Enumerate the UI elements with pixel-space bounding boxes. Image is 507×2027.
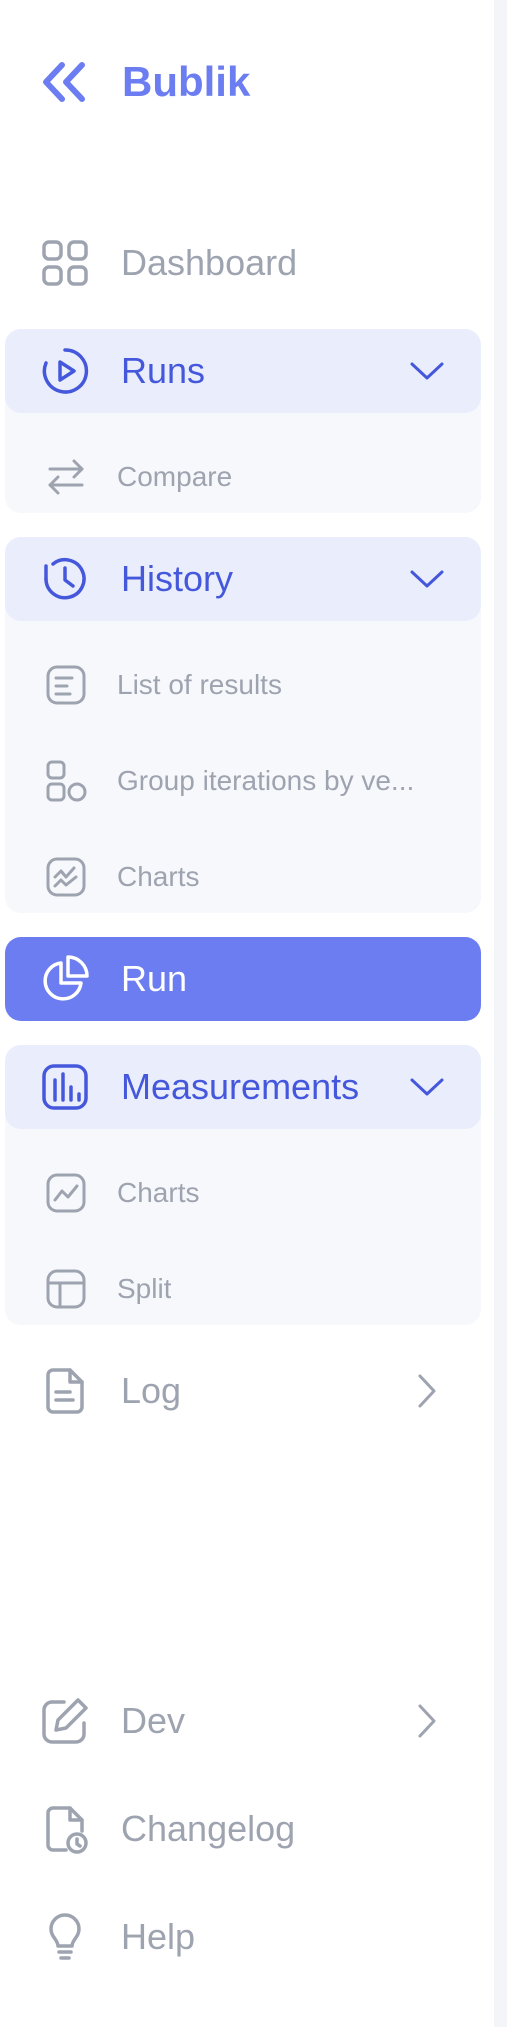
nav-item-changelog[interactable]: Changelog [5, 1787, 481, 1871]
sub-label-list-of-results: List of results [117, 669, 282, 700]
nav-item-measurements[interactable]: Measurements [5, 1045, 481, 1129]
nav-label-run: Run [121, 958, 188, 999]
nav-label-help: Help [121, 1916, 196, 1957]
nav-label-dev: Dev [121, 1700, 186, 1741]
bar-chart-icon [40, 1062, 90, 1112]
play-circle-icon [40, 346, 90, 396]
clock-icon [40, 554, 90, 604]
double-chevron-left-icon[interactable] [40, 57, 90, 107]
sub-item-split[interactable]: Split [5, 1249, 481, 1329]
sub-item-compare[interactable]: Compare [5, 437, 481, 517]
document-lines-icon [44, 663, 88, 707]
sub-item-history-charts[interactable]: Charts [5, 837, 481, 917]
nav-item-help[interactable]: Help [5, 1895, 481, 1979]
grouped-shapes-icon [44, 759, 88, 803]
chevron-down-icon[interactable] [409, 353, 445, 389]
content-edge [494, 0, 507, 2027]
nav-label-changelog: Changelog [121, 1808, 296, 1849]
layout-split-icon [44, 1267, 88, 1311]
nav-label-measurements: Measurements [121, 1066, 360, 1107]
sub-item-measurements-charts[interactable]: Charts [5, 1153, 481, 1233]
sub-item-group-iterations[interactable]: Group iterations by ve... [5, 741, 481, 821]
brand-name: Bublik [122, 58, 251, 105]
nav-item-dashboard[interactable]: Dashboard [5, 221, 481, 305]
nav-label-runs: Runs [121, 350, 206, 391]
pie-chart-icon [40, 954, 90, 1004]
grid-icon [40, 238, 90, 288]
edit-icon [40, 1696, 90, 1746]
nav-item-log[interactable]: Log [5, 1349, 481, 1433]
nav-label-dashboard: Dashboard [121, 242, 298, 283]
sub-label-split: Split [117, 1273, 172, 1304]
chevron-down-icon[interactable] [409, 1069, 445, 1105]
sub-label-group-iterations: Group iterations by ve... [117, 765, 415, 796]
sidebar: Bublik Dashboard Runs Compare History Li… [0, 0, 494, 2027]
sub-item-list-of-results[interactable]: List of results [5, 645, 481, 725]
nav-item-run[interactable]: Run [5, 937, 481, 1021]
file-text-icon [40, 1366, 90, 1416]
nav-item-runs[interactable]: Runs [5, 329, 481, 413]
nav-label-log: Log [121, 1370, 182, 1411]
chart-zigzag-icon [44, 855, 88, 899]
nav-item-history[interactable]: History [5, 537, 481, 621]
nav-item-dev[interactable]: Dev [5, 1679, 481, 1763]
lightbulb-icon [40, 1912, 90, 1962]
sub-label-history-charts: Charts [117, 861, 200, 892]
sub-label-compare: Compare [117, 461, 233, 492]
chevron-down-icon[interactable] [409, 561, 445, 597]
nav-label-history: History [121, 558, 234, 599]
arrows-swap-icon [44, 455, 88, 499]
chevron-right-icon[interactable] [409, 1373, 445, 1409]
line-chart-icon [44, 1171, 88, 1215]
brand: Bublik [40, 52, 250, 112]
chevron-right-icon[interactable] [409, 1703, 445, 1739]
file-clock-icon [40, 1804, 90, 1854]
sub-label-measurements-charts: Charts [117, 1177, 200, 1208]
